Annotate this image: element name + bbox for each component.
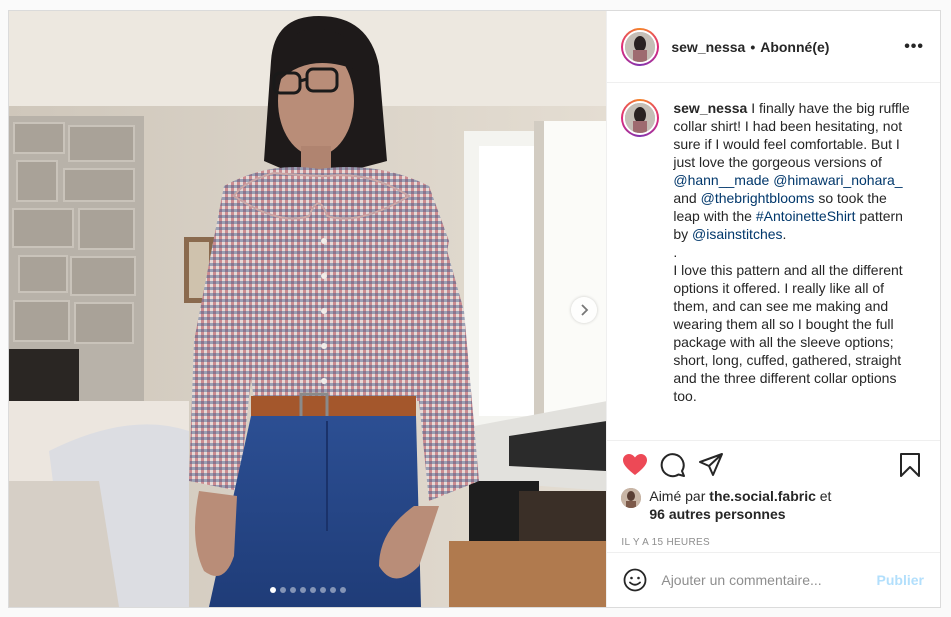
action-icons-row — [621, 449, 924, 481]
liked-prefix: Aimé par — [649, 488, 710, 504]
caption-username[interactable]: sew_nessa — [673, 100, 747, 116]
liker-avatar[interactable] — [621, 488, 642, 508]
chevron-right-icon — [581, 304, 589, 316]
liked-connector: et — [815, 488, 832, 504]
carousel-dot — [309, 587, 316, 593]
comment-input[interactable] — [661, 572, 877, 588]
author-avatar[interactable] — [621, 27, 660, 66]
instagram-post: sew_nessa • Abonné(e) ••• sew_nessa I fi… — [8, 10, 941, 608]
mention-link[interactable]: @isainstitches — [692, 226, 782, 242]
carousel-dot — [329, 587, 336, 593]
avatar-image — [625, 31, 656, 62]
carousel-next-button[interactable] — [571, 297, 597, 323]
mention-link[interactable]: @himawari_nohara_ — [773, 172, 902, 188]
caption-section: sew_nessa I finally have the big ruffle … — [607, 83, 940, 440]
post-actions: Aimé par the.social.fabric et 96 autres … — [607, 440, 940, 552]
liked-by-row: Aimé par the.social.fabric et 96 autres … — [621, 487, 924, 523]
likes-count-link[interactable]: 96 autres personnes — [649, 506, 785, 522]
liked-by-text: Aimé par the.social.fabric et 96 autres … — [649, 487, 831, 523]
carousel-dot — [279, 587, 286, 593]
post-side-panel: sew_nessa • Abonné(e) ••• sew_nessa I fi… — [606, 11, 940, 607]
header-separator: • — [750, 38, 756, 55]
emoji-icon[interactable] — [623, 568, 647, 592]
author-username[interactable]: sew_nessa — [671, 39, 745, 55]
post-photo[interactable] — [9, 11, 607, 607]
publish-button[interactable]: Publier — [877, 572, 924, 588]
carousel-dot — [339, 587, 346, 593]
share-icon — [699, 453, 724, 476]
more-options-button[interactable]: ••• — [904, 38, 924, 56]
carousel-indicators — [9, 587, 606, 593]
post-header: sew_nessa • Abonné(e) ••• — [607, 11, 940, 83]
caption-part: . — [673, 244, 678, 260]
share-button[interactable] — [697, 451, 725, 479]
follow-status-button[interactable]: Abonné(e) — [760, 39, 829, 55]
comment-button[interactable] — [659, 451, 687, 479]
heart-icon — [623, 454, 648, 475]
carousel-dot — [299, 587, 306, 593]
bookmark-icon — [900, 453, 920, 477]
save-button[interactable] — [896, 451, 924, 479]
carousel-dot — [319, 587, 326, 593]
caption-text: sew_nessa I finally have the big ruffle … — [673, 99, 911, 440]
comment-bar: Publier — [607, 552, 940, 607]
caption-avatar[interactable] — [621, 99, 660, 137]
avatar-image — [625, 103, 656, 133]
caption-paragraph: I love this pattern and all the differen… — [673, 262, 903, 404]
liker-username[interactable]: the.social.fabric — [709, 488, 816, 504]
post-timestamp[interactable]: IL Y A 15 HEURES — [621, 537, 924, 548]
carousel-dot — [289, 587, 296, 593]
comment-icon — [661, 453, 686, 478]
like-button[interactable] — [621, 451, 649, 479]
avatar-photo — [623, 101, 658, 135]
carousel-dot — [269, 587, 276, 593]
caption-part: and — [673, 190, 701, 206]
mention-link[interactable]: @thebrightblooms — [701, 190, 815, 206]
caption-part: . — [782, 226, 787, 242]
photo-scene — [9, 11, 607, 607]
hashtag-link[interactable]: #AntoinetteShirt — [756, 208, 856, 224]
avatar-image — [621, 488, 642, 508]
avatar-photo — [623, 29, 658, 64]
mention-link[interactable]: @hann__made — [673, 172, 769, 188]
